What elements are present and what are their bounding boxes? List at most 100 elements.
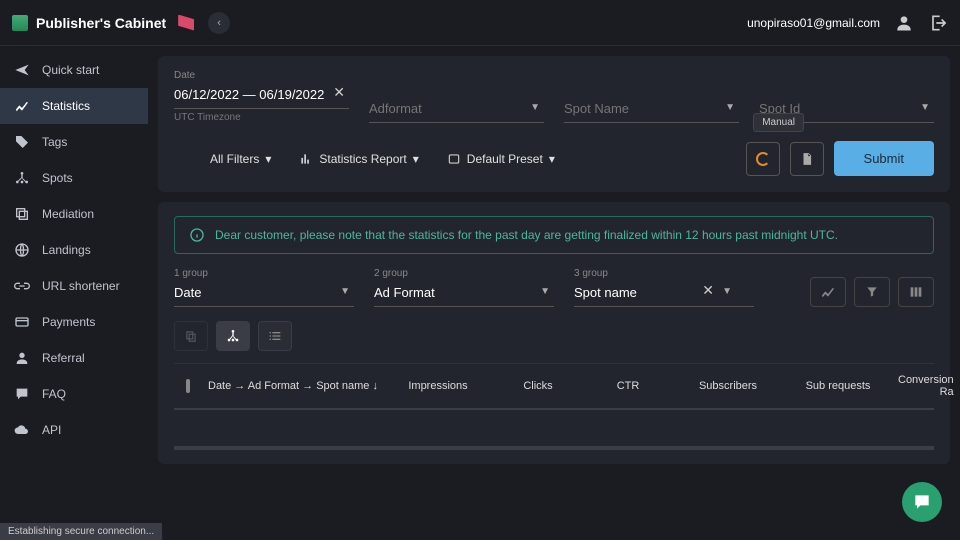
sidebar-item-urlshortener[interactable]: URL shortener [0, 268, 148, 304]
chat-icon [14, 386, 30, 402]
spotname-field[interactable]: ▼ [564, 97, 739, 123]
group3-field[interactable]: 3 group Spot name ▼ ✕ [574, 268, 754, 307]
main-content: Date 06/12/2022 — 06/19/2022 ✕ UTC Timez… [148, 46, 960, 540]
results-panel: Dear customer, please note that the stat… [158, 202, 950, 464]
group3-value[interactable]: Spot name [574, 281, 754, 307]
report-icon [299, 152, 313, 166]
notice-text: Dear customer, please note that the stat… [215, 228, 838, 242]
sidebar: Quick start Statistics Tags Spots Mediat… [0, 46, 148, 540]
sidebar-item-tags[interactable]: Tags [0, 124, 148, 160]
cloud-icon [14, 422, 30, 438]
sidebar-item-label: Landings [42, 243, 91, 257]
sidebar-collapse-button[interactable]: ‹ [208, 12, 230, 34]
adformat-input[interactable] [369, 97, 544, 123]
group1-field[interactable]: 1 group Date ▼ [174, 268, 354, 307]
table-header: Date → Ad Format → Spot name ↓ Impressio… [174, 363, 934, 410]
sidebar-item-quickstart[interactable]: Quick start [0, 52, 148, 88]
col-subrequests[interactable]: Sub requests [788, 380, 888, 392]
network-icon [14, 170, 30, 186]
chat-icon [912, 492, 932, 512]
adformat-field[interactable]: ▼ [369, 97, 544, 123]
sidebar-item-label: FAQ [42, 387, 66, 401]
sidebar-item-landings[interactable]: Landings [0, 232, 148, 268]
all-filters-button[interactable]: All Filters ▾ [208, 148, 273, 170]
status-bar: Establishing secure connection... [0, 523, 162, 540]
filter-view-button[interactable] [854, 277, 890, 307]
sidebar-item-label: Referral [42, 351, 85, 365]
tag-icon [14, 134, 30, 150]
brand: Publisher's Cabinet [12, 15, 194, 31]
clear-icon[interactable]: ✕ [333, 84, 345, 101]
col-group[interactable]: Date → Ad Format → Spot name ↓ [208, 380, 378, 392]
chevron-down-icon: ▾ [549, 152, 555, 166]
date-field[interactable]: Date 06/12/2022 — 06/19/2022 ✕ UTC Timez… [174, 70, 349, 123]
user-icon [14, 350, 30, 366]
table-body [174, 410, 934, 450]
date-value[interactable]: 06/12/2022 — 06/19/2022 [174, 83, 349, 109]
preset-icon [447, 152, 461, 166]
user-email: unopiraso01@gmail.com [747, 16, 880, 30]
col-ctr[interactable]: CTR [588, 380, 668, 392]
logout-icon[interactable] [928, 13, 948, 33]
layers-icon [14, 206, 30, 222]
sidebar-item-faq[interactable]: FAQ [0, 376, 148, 412]
group2-value[interactable]: Ad Format [374, 281, 554, 307]
chart-view-button[interactable] [810, 277, 846, 307]
brand-logo-icon [12, 15, 28, 31]
col-clicks[interactable]: Clicks [498, 380, 578, 392]
chat-fab[interactable] [902, 482, 942, 522]
default-preset-label: Default Preset [467, 152, 543, 166]
document-icon [800, 152, 814, 166]
group2-field[interactable]: 2 group Ad Format ▼ [374, 268, 554, 307]
sidebar-item-label: Mediation [42, 207, 94, 221]
stats-report-button[interactable]: Statistics Report ▾ [297, 148, 420, 170]
chevron-down-icon: ▾ [413, 152, 419, 166]
chevron-down-icon: ▾ [265, 152, 271, 166]
globe-icon [14, 242, 30, 258]
account-icon[interactable] [894, 13, 914, 33]
all-filters-label: All Filters [210, 152, 259, 166]
sidebar-item-payments[interactable]: Payments [0, 304, 148, 340]
select-all-checkbox[interactable] [186, 379, 190, 393]
sidebar-item-label: URL shortener [42, 279, 120, 293]
sidebar-item-label: Statistics [42, 99, 90, 113]
filters-panel: Date 06/12/2022 — 06/19/2022 ✕ UTC Timez… [158, 56, 950, 192]
sidebar-item-label: Payments [42, 315, 95, 329]
stats-report-label: Statistics Report [319, 152, 406, 166]
list-mode-button[interactable] [258, 321, 292, 351]
group1-label: 1 group [174, 268, 354, 279]
date-hint: UTC Timezone [174, 112, 349, 123]
sidebar-item-label: Quick start [42, 63, 99, 77]
chart-icon [14, 98, 30, 114]
default-preset-button[interactable]: Default Preset ▾ [445, 148, 557, 170]
sidebar-item-statistics[interactable]: Statistics [0, 88, 148, 124]
sidebar-item-label: Tags [42, 135, 67, 149]
col-conversion[interactable]: Conversion Ra [898, 374, 954, 398]
info-icon [189, 227, 205, 243]
submit-button[interactable]: Submit [834, 141, 934, 176]
brand-accent-icon [178, 15, 194, 31]
sidebar-item-referral[interactable]: Referral [0, 340, 148, 376]
clear-icon[interactable]: ✕ [702, 282, 714, 299]
date-label: Date [174, 70, 349, 81]
copy-mode-button[interactable] [174, 321, 208, 351]
col-subscribers[interactable]: Subscribers [678, 380, 778, 392]
sidebar-item-api[interactable]: API [0, 412, 148, 448]
card-icon [14, 314, 30, 330]
info-notice: Dear customer, please note that the stat… [174, 216, 934, 254]
spotname-input[interactable] [564, 97, 739, 123]
sidebar-item-label: API [42, 423, 61, 437]
tree-mode-button[interactable] [216, 321, 250, 351]
plane-icon [14, 62, 30, 78]
sidebar-item-label: Spots [42, 171, 73, 185]
manual-badge[interactable]: Manual [753, 113, 804, 132]
sidebar-item-mediation[interactable]: Mediation [0, 196, 148, 232]
export-button[interactable] [790, 142, 824, 176]
group1-value[interactable]: Date [174, 281, 354, 307]
spinner-icon [756, 152, 770, 166]
col-impressions[interactable]: Impressions [388, 380, 488, 392]
refresh-button[interactable] [746, 142, 780, 176]
columns-view-button[interactable] [898, 277, 934, 307]
group3-label: 3 group [574, 268, 754, 279]
sidebar-item-spots[interactable]: Spots [0, 160, 148, 196]
